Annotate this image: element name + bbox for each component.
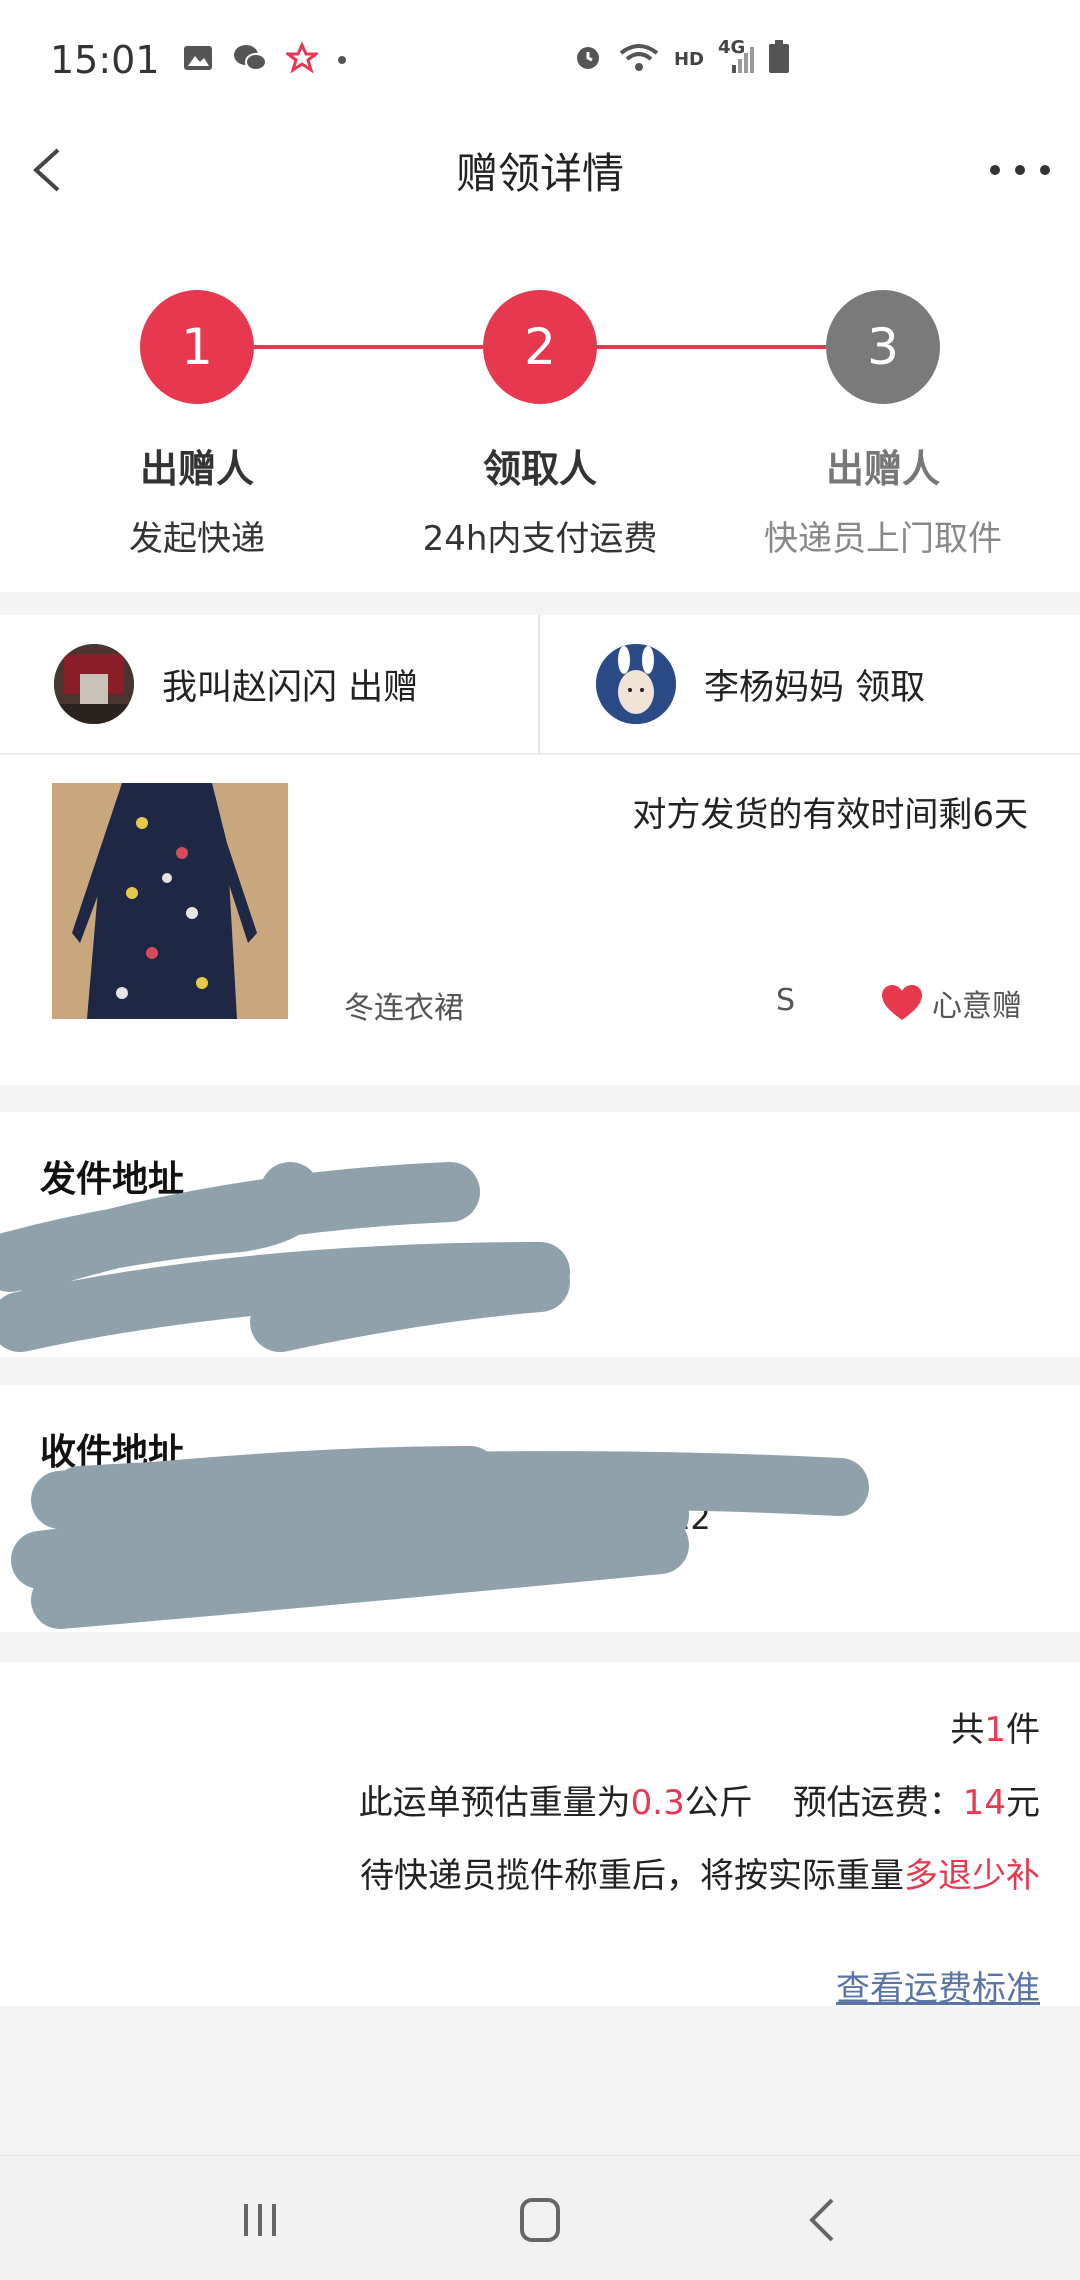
page-title: 赠领详情 bbox=[455, 148, 624, 198]
item-card[interactable]: 对方发货的有效时间剩6天 冬连衣裙 S 心意赠 bbox=[0, 755, 1080, 1085]
step-2-desc: 24h内支付运费 bbox=[422, 519, 658, 559]
battery-icon bbox=[768, 40, 790, 78]
system-nav-bar bbox=[0, 2155, 1080, 2280]
receiver-label: 李杨妈妈 领取 bbox=[704, 667, 926, 708]
home-icon[interactable] bbox=[510, 2192, 570, 2248]
sender-address-line-1 bbox=[40, 1220, 1040, 1260]
receiver-address-fragment-1: 园老电影院12 bbox=[510, 1499, 711, 1537]
receiver-address-fragment-2: 杨 bbox=[40, 1547, 73, 1585]
item-size: S bbox=[776, 983, 796, 1018]
item-name: 冬连衣裙 bbox=[344, 991, 464, 1026]
back-nav-icon[interactable] bbox=[794, 2192, 854, 2248]
step-1-circle: 1 bbox=[140, 290, 254, 404]
star-icon bbox=[283, 41, 321, 78]
gift-type-label: 心意赠 bbox=[932, 989, 1022, 1024]
recent-apps-icon[interactable] bbox=[230, 2192, 290, 2248]
item-count: 1 bbox=[984, 1710, 1006, 1750]
step-2-role: 领取人 bbox=[482, 447, 597, 491]
step-3-circle: 3 bbox=[826, 290, 940, 404]
step-1-role: 出赠人 bbox=[139, 447, 254, 491]
hd-icon: HD bbox=[673, 48, 704, 70]
step-3-role: 出赠人 bbox=[825, 447, 940, 491]
step-2: 2 领取人 24h内支付运费 bbox=[370, 220, 710, 560]
status-bar: 15:01 HD 4G bbox=[0, 0, 1080, 120]
alarm-icon bbox=[572, 41, 604, 77]
sender-address-line-2: 4 bbox=[40, 1268, 1040, 1308]
header: 赠领详情 bbox=[0, 120, 1080, 220]
receiver-address-line-2: 杨 bbox=[40, 1541, 1040, 1585]
step-2-circle: 2 bbox=[483, 290, 597, 404]
weight-fee-row: 此运单预估重量为0.3公斤 预估运费：14元 bbox=[358, 1783, 1040, 1823]
step-3-desc: 快递员上门取件 bbox=[764, 519, 1002, 559]
status-time: 15:01 bbox=[50, 38, 160, 82]
page: 15:01 HD 4G 赠领详情 1 出赠人 发起快递 2 领取人 24h内支付… bbox=[0, 0, 1080, 2280]
dot-icon bbox=[336, 51, 348, 70]
receiver-address-line-1: 园老电影院12 bbox=[40, 1493, 1040, 1537]
step-1: 1 出赠人 发起快递 bbox=[27, 220, 367, 560]
receiver-party[interactable]: 李杨妈妈 领取 bbox=[540, 615, 1080, 753]
sender-address-fragment: 4 bbox=[340, 1268, 361, 1306]
refund-note-row: 待快递员揽件称重后，将按实际重量多退少补 bbox=[360, 1856, 1040, 1896]
gallery-icon bbox=[182, 44, 214, 76]
receiver-address: 收件地址 园老电影院12 杨 bbox=[0, 1385, 1080, 1632]
step-3: 3 出赠人 快递员上门取件 bbox=[713, 220, 1053, 560]
view-fee-standard-link[interactable]: 查看运费标准 bbox=[836, 1961, 1040, 2010]
step-1-desc: 发起快递 bbox=[129, 519, 265, 559]
heart-icon bbox=[882, 985, 922, 1020]
sender-address: 发件地址 4 bbox=[0, 1112, 1080, 1357]
ship-countdown: 对方发货的有效时间剩6天 bbox=[632, 795, 1028, 835]
giver-party[interactable]: 我叫赵闪闪 出赠 bbox=[0, 615, 540, 753]
item-count-row: 共1件 bbox=[950, 1710, 1040, 1750]
gift-type: 心意赠 bbox=[880, 981, 1022, 1025]
shipping-summary: 共1件 此运单预估重量为0.3公斤 预估运费：14元 待快递员揽件称重后，将按实际… bbox=[0, 1662, 1080, 2009]
giver-label: 我叫赵闪闪 出赠 bbox=[162, 667, 419, 708]
status-right-group: HD 4G bbox=[572, 37, 790, 78]
back-chevron-icon[interactable] bbox=[22, 142, 78, 198]
receiver-address-heading: 收件地址 bbox=[40, 1432, 185, 1473]
estimated-weight: 0.3 bbox=[630, 1783, 685, 1823]
wechat-icon bbox=[232, 43, 268, 77]
avatar[interactable] bbox=[596, 644, 676, 724]
parties-row: 我叫赵闪闪 出赠 李杨妈妈 领取 bbox=[0, 615, 1080, 755]
refund-note-highlight: 多退少补 bbox=[904, 1856, 1040, 1896]
signal-4g-icon: 4G bbox=[718, 37, 754, 75]
avatar[interactable] bbox=[54, 644, 134, 724]
progress-steps: 1 出赠人 发起快递 2 领取人 24h内支付运费 3 出赠人 快递员上门取件 bbox=[0, 220, 1080, 592]
more-dots-icon[interactable] bbox=[990, 148, 1050, 192]
item-photo[interactable] bbox=[52, 783, 288, 1019]
wifi-icon bbox=[618, 41, 660, 77]
estimated-fee: 14 bbox=[962, 1783, 1006, 1823]
sender-address-heading: 发件地址 bbox=[40, 1159, 185, 1200]
